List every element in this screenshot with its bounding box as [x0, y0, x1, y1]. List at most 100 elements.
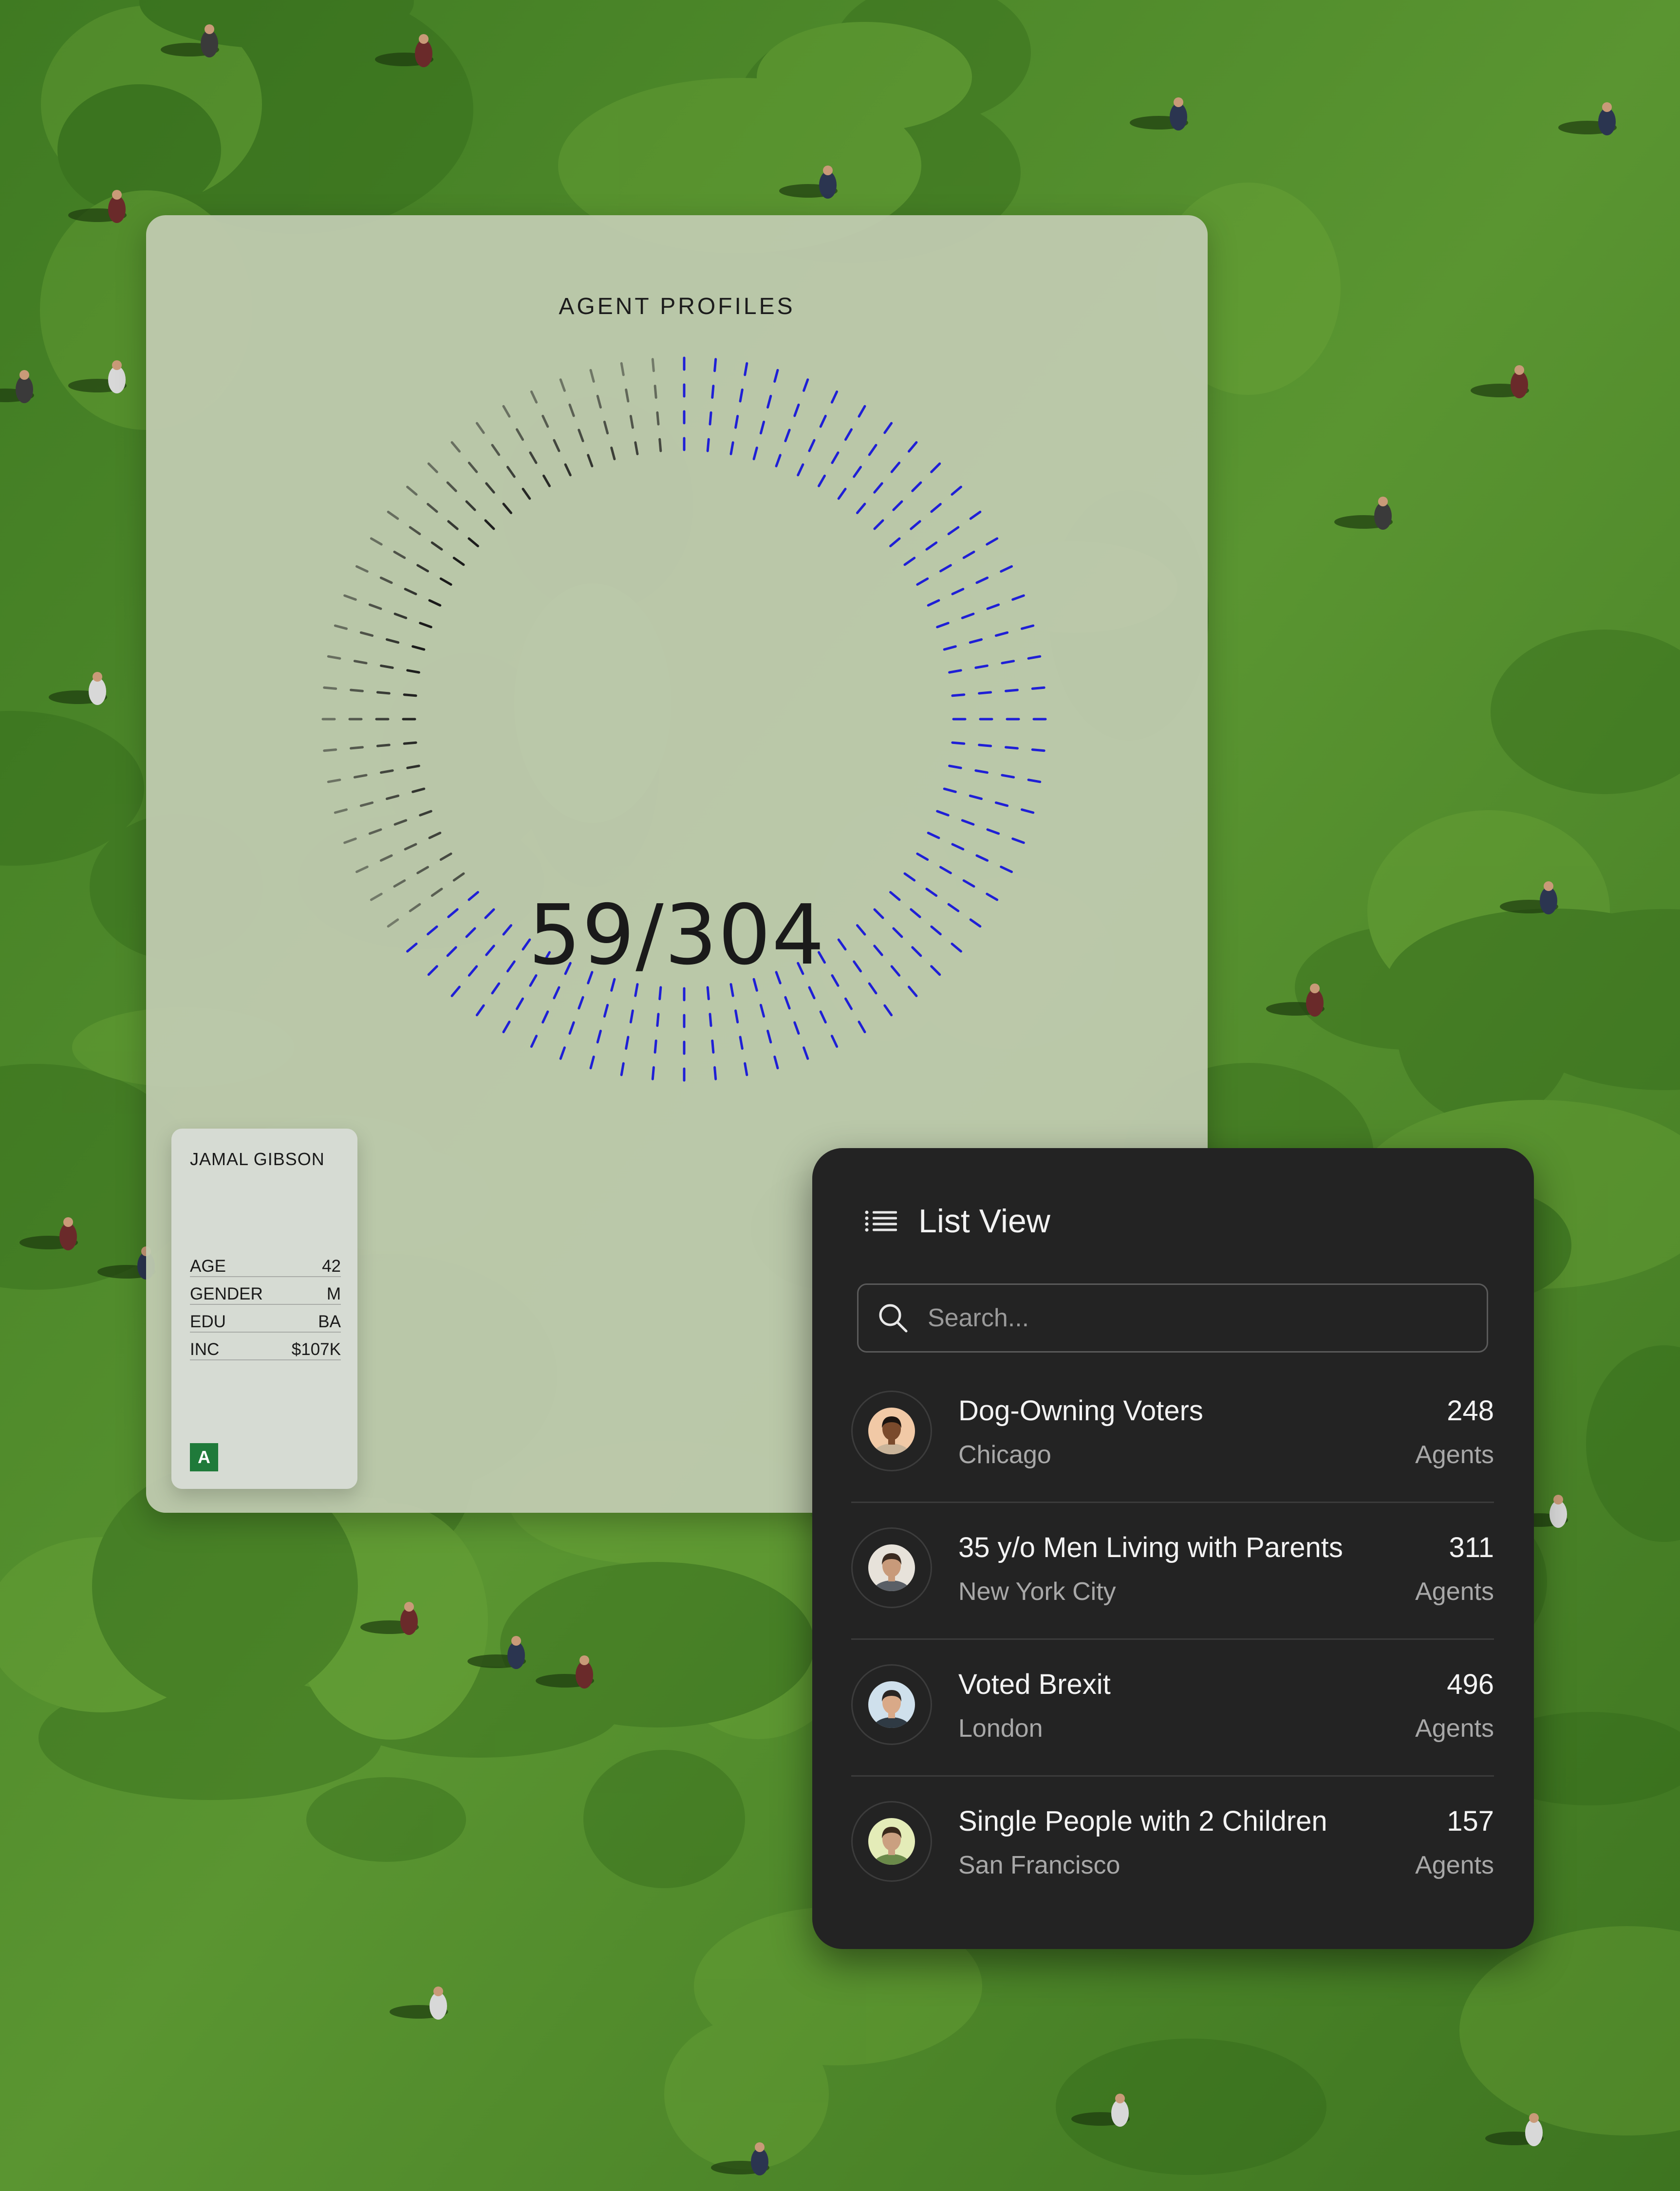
ring-tick-inactive — [368, 828, 382, 835]
ring-tick-active — [706, 986, 710, 1001]
ring-tick-inactive — [379, 576, 393, 584]
list-item[interactable]: Dog-Owning Voters Chicago 248 Agents — [851, 1366, 1494, 1502]
ring-tick-active — [589, 1056, 595, 1070]
grass-patch — [757, 22, 972, 132]
search-input[interactable] — [927, 1303, 1487, 1333]
ring-tick-active — [553, 986, 560, 1000]
ring-tick-inactive — [355, 565, 369, 573]
ring-tick-active — [858, 405, 866, 418]
ring-tick-inactive — [376, 691, 391, 695]
ring-tick-active — [916, 853, 929, 861]
person-avatar-image — [868, 1681, 915, 1728]
ring-tick-inactive — [439, 853, 452, 861]
ring-tick-active — [986, 603, 1000, 610]
item-city: Chicago — [958, 1441, 1051, 1469]
ring-tick-active — [1000, 865, 1013, 873]
attr-value: 42 — [322, 1257, 341, 1276]
ring-tick-active — [831, 451, 840, 464]
ring-tick-active — [1011, 594, 1025, 601]
attr-value: M — [326, 1284, 341, 1303]
item-unit: Agents — [1415, 1714, 1494, 1743]
ring-tick-inactive — [603, 421, 609, 435]
ring-tick-inactive — [359, 801, 374, 807]
attr-row-age: AGE 42 — [190, 1249, 341, 1277]
ring-tick-inactive — [587, 454, 594, 467]
ring-tick-inactive — [484, 519, 495, 530]
list-icon[interactable] — [865, 1209, 897, 1233]
ring-tick-inactive — [553, 439, 560, 452]
ring-tick-active — [974, 769, 989, 774]
item-unit: Agents — [1415, 1578, 1494, 1606]
agent-counter: 59/304 — [528, 887, 826, 984]
ring-tick-inactive — [416, 866, 429, 874]
ring-tick-inactive — [404, 843, 417, 851]
ring-tick-active — [969, 794, 983, 800]
ring-tick-active — [1031, 748, 1045, 752]
ring-tick-active — [889, 537, 901, 547]
ring-tick-inactive — [343, 837, 357, 844]
person-name: JAMAL GIBSON — [190, 1149, 325, 1169]
ring-tick-active — [939, 564, 952, 573]
ring-tick-inactive — [522, 487, 531, 500]
ring-tick-active — [803, 1046, 809, 1060]
ring-tick-inactive — [393, 551, 406, 559]
ring-tick-active — [890, 462, 901, 473]
list-item[interactable]: 35 y/o Men Living with Parents New York … — [851, 1502, 1494, 1638]
list-view-panel: List View Dog-Owning Voters Chicago 248 … — [812, 1148, 1534, 1949]
ring-tick-active — [766, 1029, 772, 1044]
ring-tick-active — [844, 428, 853, 441]
ring-tick-active — [578, 996, 584, 1010]
ring-tick-inactive — [393, 613, 408, 619]
ring-tick-inactive — [327, 779, 341, 783]
ring-tick-inactive — [430, 541, 443, 551]
ring-tick-inactive — [428, 832, 442, 839]
ring-tick-active — [948, 764, 962, 769]
ring-tick-inactive — [491, 444, 501, 456]
ring-tick-active — [975, 854, 989, 862]
attr-label: EDU — [190, 1312, 226, 1331]
ring-tick-active — [892, 500, 903, 511]
ring-tick-inactive — [446, 481, 457, 492]
ring-tick-inactive — [620, 362, 625, 376]
item-unit: Agents — [1415, 1441, 1494, 1469]
ring-tick-active — [868, 982, 877, 995]
ring-tick-inactive — [393, 879, 406, 888]
ring-tick-active — [658, 986, 662, 1001]
ring-tick-active — [951, 843, 965, 851]
ring-tick-active — [803, 378, 809, 392]
ring-tick-inactive — [634, 441, 639, 455]
ring-tick-active — [491, 982, 501, 995]
person-avatar-image — [868, 1408, 915, 1454]
ring-tick-active — [475, 1004, 485, 1017]
ring-tick-active — [759, 421, 765, 435]
ring-tick-active — [1027, 779, 1042, 783]
ring-tick-inactive — [465, 500, 476, 511]
ring-tick-active — [974, 664, 989, 669]
ring-tick-active — [773, 1056, 779, 1070]
list-header: List View — [865, 1197, 1050, 1245]
list-item[interactable]: Voted Brexit London 496 Agents — [851, 1638, 1494, 1775]
person-avatar-image — [868, 1544, 915, 1591]
avatar — [868, 1681, 915, 1728]
ring-tick-inactive — [350, 746, 364, 750]
list-item[interactable]: Single People with 2 Children San Franci… — [851, 1775, 1494, 1912]
ring-tick-active — [1021, 624, 1035, 630]
person-card[interactable]: JAMAL GIBSON AGE 42 GENDER M EDU BA INC … — [171, 1129, 357, 1489]
ring-tick-inactive — [416, 564, 429, 573]
ring-tick-active — [947, 526, 960, 536]
ring-tick-inactive — [403, 693, 417, 697]
attribute-table: AGE 42 GENDER M EDU BA INC $107K — [190, 1249, 341, 1360]
ring-tick-active — [903, 557, 916, 566]
ring-tick-inactive — [379, 854, 393, 862]
ring-tick-active — [948, 669, 962, 674]
ring-tick-active — [784, 996, 791, 1010]
ring-tick-active — [739, 1036, 744, 1050]
ring-tick-active — [711, 385, 715, 399]
ring-tick-active — [978, 743, 992, 747]
ring-tick-active — [596, 1029, 602, 1044]
attr-value: BA — [318, 1312, 341, 1331]
search-box[interactable] — [857, 1283, 1488, 1353]
ring-tick-inactive — [541, 414, 549, 428]
ring-tick-inactive — [656, 411, 660, 426]
ring-tick-active — [793, 1021, 800, 1035]
